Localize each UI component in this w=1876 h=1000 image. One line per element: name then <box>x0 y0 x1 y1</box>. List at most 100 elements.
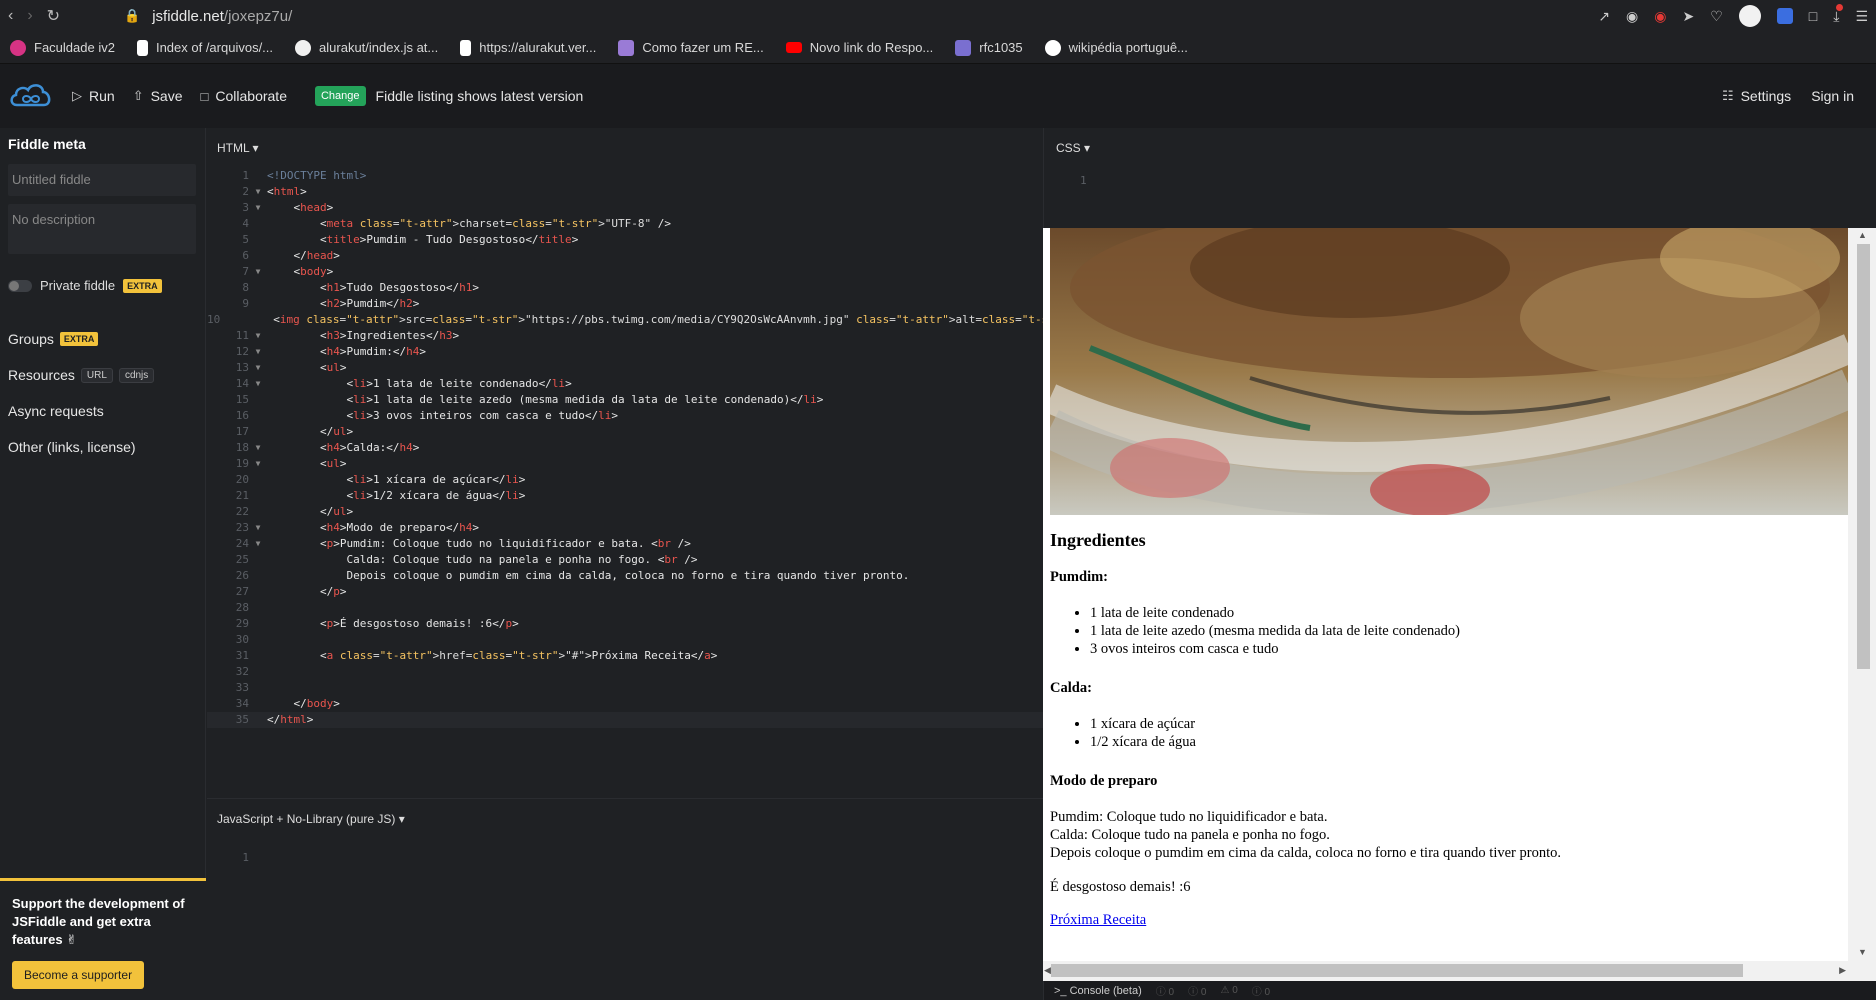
fold-arrow-icon[interactable]: ▼ <box>249 184 267 200</box>
result-horizontal-scrollbar[interactable]: ◀ ▶ <box>1043 961 1848 981</box>
resource-cdnjs-tag[interactable]: cdnjs <box>118 367 155 383</box>
scroll-right-icon[interactable]: ▶ <box>1839 965 1846 976</box>
proxima-receita-link[interactable]: Próxima Receita <box>1050 912 1146 928</box>
code-line[interactable]: 18 ▼ <h4>Calda:</h4> <box>207 440 1043 456</box>
collaborate-button[interactable]: □ Collaborate <box>201 88 287 104</box>
translate-extension-icon[interactable] <box>1776 8 1793 24</box>
code-line[interactable]: 22 </ul> <box>207 504 1043 520</box>
code-line[interactable]: 24 ▼ <p>Pumdim: Coloque tudo no liquidifi… <box>207 536 1043 552</box>
bookmark-item[interactable]: Como fazer um RE... <box>618 39 764 56</box>
css-panel-label[interactable]: CSS ▾ <box>1044 128 1876 168</box>
code-line[interactable]: 23 ▼ <h4>Modo de preparo</h4> <box>207 520 1043 536</box>
code-line[interactable]: 6 </head> <box>207 248 1043 264</box>
become-supporter-button[interactable]: Become a supporter <box>12 961 145 989</box>
fold-arrow-icon[interactable]: ▼ <box>249 344 267 360</box>
code-line[interactable]: 25 Calda: Coloque tudo na panela e ponha… <box>207 552 1043 568</box>
html-panel-label[interactable]: HTML ▾ <box>207 128 1043 168</box>
code-line[interactable]: 10 <img class="t-attr">src=class="t-str"… <box>207 312 1134 328</box>
code-line[interactable]: 16 <li>3 ovos inteiros com casca e tudo<… <box>207 408 1043 424</box>
horizontal-scroll-thumb[interactable] <box>1051 964 1743 977</box>
code-line[interactable]: 12 ▼ <h4>Pumdim:</h4> <box>207 344 1043 360</box>
code-line[interactable]: 1 <!DOCTYPE html> <box>207 168 1043 184</box>
console-toggle[interactable]: >_ Console (beta) <box>1054 985 1142 997</box>
fiddle-description-input[interactable]: No description <box>8 204 196 254</box>
fold-arrow-icon[interactable]: ▼ <box>249 360 267 376</box>
forward-icon[interactable]: › <box>27 7 32 25</box>
code-line[interactable]: 17 </ul> <box>207 424 1043 440</box>
save-button[interactable]: ⇧ Save <box>133 88 183 104</box>
sidebar-item-groups[interactable]: Groups EXTRA <box>8 331 197 347</box>
vertical-scroll-thumb[interactable] <box>1857 244 1870 669</box>
code-line[interactable]: 8 <h1>Tudo Desgostoso</h1> <box>207 280 1043 296</box>
sidebar-item-resources[interactable]: Resources URL cdnjs <box>8 367 197 383</box>
bookmark-item[interactable]: https://alurakut.ver... <box>460 39 596 56</box>
code-line[interactable]: 34 </body> <box>207 696 1043 712</box>
fold-arrow-icon[interactable]: ▼ <box>249 376 267 392</box>
fold-arrow-icon[interactable]: ▼ <box>249 328 267 344</box>
bookmark-item[interactable]: alurakut/index.js at... <box>295 39 438 56</box>
code-line[interactable]: 7 ▼ <body> <box>207 264 1043 280</box>
code-line[interactable]: 35 </html> <box>207 712 1043 728</box>
code-line[interactable]: 21 <li>1/2 xícara de água</li> <box>207 488 1043 504</box>
js-panel-label[interactable]: JavaScript + No-Library (pure JS) ▾ <box>207 799 1043 839</box>
back-icon[interactable]: ‹ <box>8 7 13 25</box>
menu-icon[interactable]: ☰ <box>1855 8 1868 25</box>
cube-icon[interactable]: □ <box>1809 8 1817 24</box>
bookmark-item[interactable]: rfc1035 <box>955 39 1023 56</box>
bookmark-item[interactable]: wikipédia portuguê... <box>1044 39 1188 56</box>
reload-icon[interactable]: ↻ <box>47 6 60 26</box>
sidebar-item-async-requests[interactable]: Async requests <box>8 403 197 419</box>
fiddle-title-input[interactable]: Untitled fiddle <box>8 164 196 196</box>
jsfiddle-logo-icon[interactable] <box>8 79 54 113</box>
share-icon[interactable]: ↗ <box>1598 8 1610 25</box>
code-line[interactable]: 19 ▼ <ul> <box>207 456 1043 472</box>
code-line[interactable]: 15 <li>1 lata de leite azedo (mesma medi… <box>207 392 1043 408</box>
bookmark-item[interactable]: Index of /arquivos/... <box>136 39 273 56</box>
code-line[interactable]: 28 <box>207 600 1043 616</box>
sign-in-button[interactable]: Sign in <box>1811 88 1854 104</box>
code-line[interactable]: 4 <meta class="t-attr">charset=class="t-… <box>207 216 1043 232</box>
scroll-up-icon[interactable]: ▲ <box>1858 230 1867 240</box>
fold-arrow-icon[interactable]: ▼ <box>249 536 267 552</box>
address-bar[interactable]: jsfiddle.net/joxepz7u/ <box>152 8 292 25</box>
bookmark-item[interactable]: Faculdade iv2 <box>10 39 115 56</box>
bookmark-item[interactable]: Novo link do Respo... <box>785 40 933 55</box>
fold-arrow-icon[interactable]: ▼ <box>249 456 267 472</box>
fold-arrow-icon[interactable]: ▼ <box>249 200 267 216</box>
console-bar[interactable]: >_ Console (beta) ⓘ 0 ⓘ 0 ⚠ 0 ⓘ 0 <box>1043 981 1876 1000</box>
private-fiddle-toggle[interactable] <box>8 279 32 292</box>
code-line[interactable]: 33 <box>207 680 1043 696</box>
settings-button[interactable]: ☷ Settings <box>1722 88 1791 104</box>
download-icon[interactable]: ⤓ <box>1833 3 1844 25</box>
code-line[interactable]: 26 Depois coloque o pumdim em cima da ca… <box>207 568 1043 584</box>
fold-arrow-icon[interactable]: ▼ <box>249 264 267 280</box>
code-line[interactable]: 3 ▼ <head> <box>207 200 1043 216</box>
result-vertical-scrollbar[interactable]: ▲ ▼ <box>1848 228 1876 981</box>
camera-icon[interactable]: ◉ <box>1626 8 1638 25</box>
code-line[interactable]: 11 ▼ <h3>Ingredientes</h3> <box>207 328 1043 344</box>
heart-icon[interactable]: ♡ <box>1710 8 1723 25</box>
sidebar-item-other[interactable]: Other (links, license) <box>8 439 197 455</box>
html-code-editor[interactable]: 1 <!DOCTYPE html> 2 ▼ <html> 3 ▼ <head> 4 <meta… <box>207 168 1134 728</box>
fold-arrow-icon[interactable]: ▼ <box>249 520 267 536</box>
code-line[interactable]: 14 ▼ <li>1 lata de leite condenado</li> <box>207 376 1043 392</box>
scroll-down-icon[interactable]: ▼ <box>1858 947 1867 957</box>
code-line[interactable]: 5 <title>Pumdim - Tudo Desgostoso</title… <box>207 232 1043 248</box>
code-line[interactable]: 32 <box>207 664 1043 680</box>
code-line[interactable]: 9 <h2>Pumdim</h2> <box>207 296 1043 312</box>
profile-avatar[interactable] <box>1738 5 1761 27</box>
code-line[interactable]: 31 <a class="t-attr">href=class="t-str">… <box>207 648 1043 664</box>
resource-url-tag[interactable]: URL <box>80 367 113 383</box>
code-line[interactable]: 30 <box>207 632 1043 648</box>
change-button[interactable]: Change <box>314 86 366 106</box>
fold-arrow-icon[interactable]: ▼ <box>249 440 267 456</box>
shield-icon[interactable]: ◉ <box>1654 8 1666 25</box>
send-icon[interactable]: ➤ <box>1682 8 1694 25</box>
code-line[interactable]: 13 ▼ <ul> <box>207 360 1043 376</box>
code-line[interactable]: 20 <li>1 xícara de açúcar</li> <box>207 472 1043 488</box>
code-line[interactable]: 29 <p>É desgostoso demais! :6</p> <box>207 616 1043 632</box>
run-button[interactable]: ▷ Run <box>72 88 115 104</box>
scroll-left-icon[interactable]: ◀ <box>1044 965 1051 976</box>
code-line[interactable]: 2 ▼ <html> <box>207 184 1043 200</box>
code-line[interactable]: 27 </p> <box>207 584 1043 600</box>
